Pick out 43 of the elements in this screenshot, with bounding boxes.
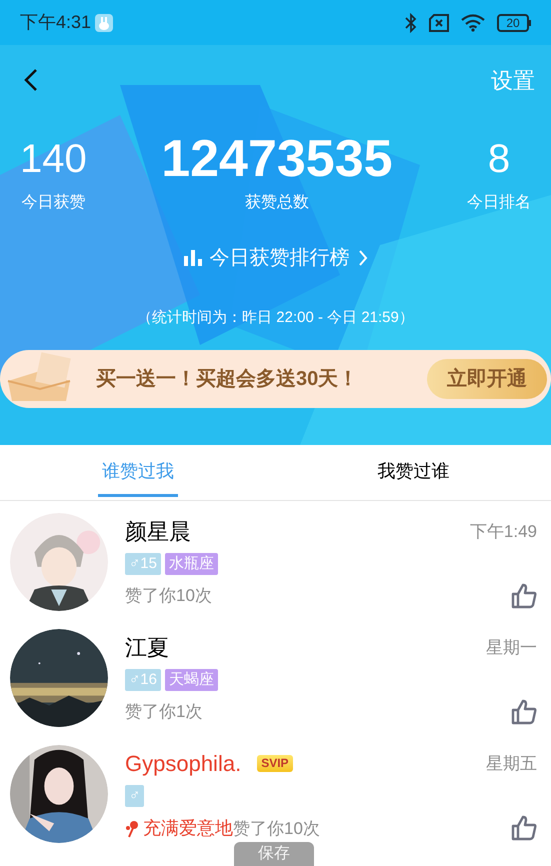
battery-icon: 20 <box>497 14 531 32</box>
gender-age-tag: ♂16 <box>125 669 161 691</box>
ranking-link[interactable]: 今日获赞排行榜 <box>184 243 368 273</box>
wifi-icon <box>461 14 485 32</box>
thumbs-up-icon[interactable] <box>511 583 537 609</box>
tab[interactable]: 谁赞过我 <box>98 449 178 497</box>
chevron-right-icon <box>358 249 368 267</box>
stat-label: 今日排名 <box>466 193 531 213</box>
tab[interactable]: 我赞过谁 <box>373 449 454 497</box>
bluetooth-icon <box>405 12 417 32</box>
like-time: 星期一 <box>486 637 537 659</box>
stat-label: 获赞总数 <box>244 192 309 213</box>
stat-value: 8 <box>488 136 510 183</box>
user-name: Gypsophila. <box>125 750 242 778</box>
stat-value: 140 <box>20 136 87 183</box>
stat-label: 今日获赞 <box>21 192 86 213</box>
gender-age-tag: ♂ <box>125 785 144 807</box>
activate-button[interactable]: 立即开通 <box>427 358 547 398</box>
stat-value: 12473535 <box>161 129 393 189</box>
like-time: 下午1:49 <box>470 521 537 543</box>
toast: 保存 <box>234 842 314 866</box>
user-name: 江夏 <box>125 634 169 662</box>
stats-period: （统计时间为：昨日 22:00 - 今日 21:59） <box>137 308 414 328</box>
like-time: 星期五 <box>486 753 537 775</box>
app-icon <box>95 14 114 32</box>
settings-button[interactable]: 设置 <box>491 64 535 96</box>
promo-text: 买一送一！买超会多送30天！ <box>96 366 358 392</box>
zodiac-tag: 天蝎座 <box>164 669 218 691</box>
zodiac-tag: 水瓶座 <box>164 553 218 575</box>
thumbs-up-icon[interactable] <box>511 815 537 841</box>
like-count: 赞了你1次 <box>125 701 202 723</box>
like-count: 赞了你10次 <box>125 585 212 607</box>
like-prefix: 充满爱意地 <box>143 817 233 840</box>
like-count: 赞了你10次 <box>233 818 320 840</box>
promo-banner[interactable]: 买一送一！买超会多送30天！ 立即开通 <box>0 350 551 408</box>
bar-chart-icon <box>184 250 202 266</box>
thumbs-up-icon[interactable] <box>511 699 537 725</box>
user-name: 颜星晨 <box>125 518 191 546</box>
back-icon[interactable] <box>24 68 38 92</box>
status-time: 下午4:31 <box>20 11 92 34</box>
vip-badge: SVIP <box>257 754 293 772</box>
no-sim-icon <box>429 14 449 32</box>
gender-age-tag: ♂15 <box>125 553 161 575</box>
